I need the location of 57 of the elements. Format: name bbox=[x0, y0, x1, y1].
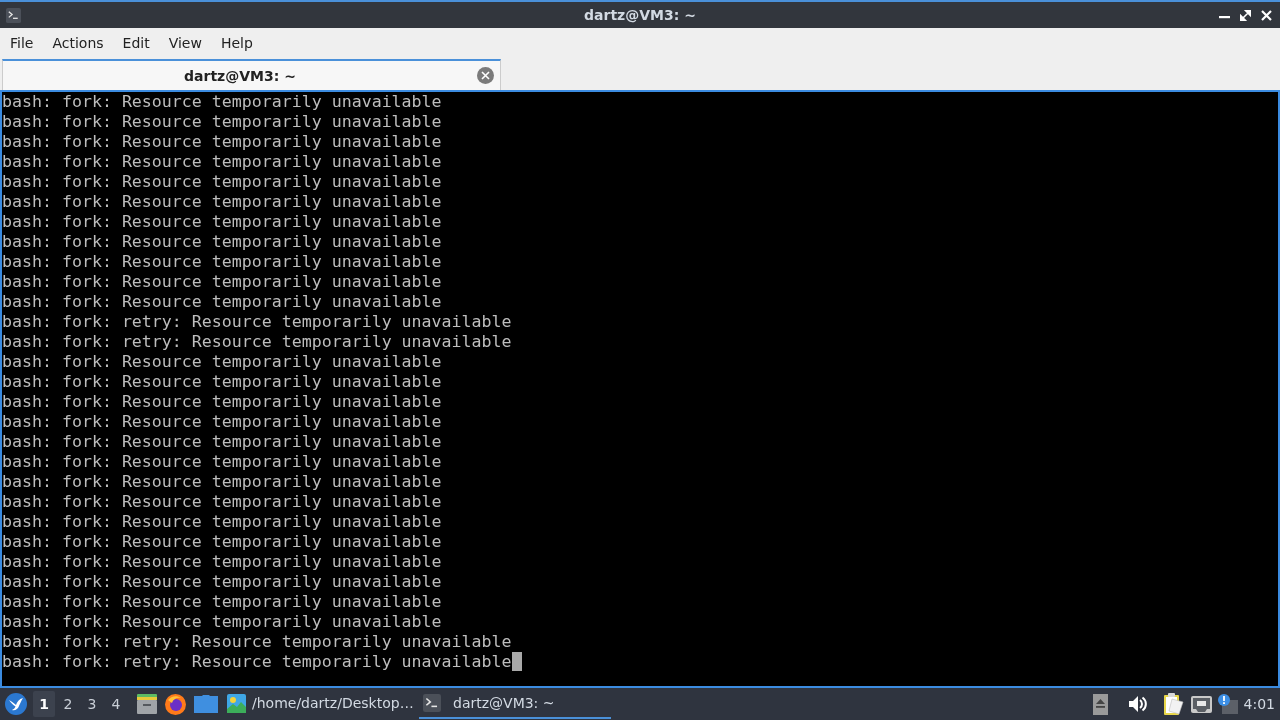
terminal-line: bash: fork: Resource temporarily unavailable bbox=[2, 172, 442, 192]
clipboard-icon[interactable] bbox=[1163, 693, 1184, 715]
terminal-line: bash: fork: Resource temporarily unavailable bbox=[2, 152, 442, 172]
terminal-line: bash: fork: Resource temporarily unavailable bbox=[2, 212, 442, 232]
terminal-line: bash: fork: retry: Resource temporarily unavailable bbox=[2, 312, 512, 332]
workspace-button[interactable]: 3 bbox=[81, 691, 103, 717]
terminal-icon bbox=[6, 7, 21, 23]
terminal-line: bash: fork: Resource temporarily unavailable bbox=[2, 432, 442, 452]
close-icon[interactable] bbox=[1261, 9, 1272, 21]
taskbar-task[interactable]: /home/dartz/Desktop… bbox=[223, 689, 415, 719]
menu-item[interactable]: View bbox=[158, 34, 211, 51]
terminal-line: bash: fork: retry: Resource temporarily unavailable bbox=[2, 632, 512, 652]
notification-icon[interactable] bbox=[1217, 694, 1238, 714]
globe-icon[interactable] bbox=[165, 693, 186, 715]
terminal-line: bash: fork: retry: Resource temporarily unavailable bbox=[2, 652, 512, 672]
terminal-line: bash: fork: Resource temporarily unavailable bbox=[2, 452, 442, 472]
menu-item[interactable]: Actions bbox=[42, 34, 113, 51]
volume-icon[interactable] bbox=[1128, 696, 1147, 712]
terminal-line: bash: fork: Resource temporarily unavailable bbox=[2, 272, 442, 292]
terminal-line: bash: fork: Resource temporarily unavailable bbox=[2, 252, 442, 272]
terminal-line: bash: fork: Resource temporarily unavailable bbox=[2, 392, 442, 412]
picture-icon bbox=[227, 693, 246, 713]
network-icon[interactable] bbox=[1190, 695, 1212, 713]
window-title: dartz@VM3: ~ bbox=[584, 7, 696, 23]
terminal-line: bash: fork: Resource temporarily unavailable bbox=[2, 292, 442, 312]
menu-item[interactable]: Edit bbox=[112, 34, 159, 51]
terminal-line: bash: fork: Resource temporarily unavailable bbox=[2, 472, 442, 492]
menu-item[interactable]: File bbox=[0, 34, 43, 51]
terminal-icon bbox=[423, 694, 441, 712]
terminal-line: bash: fork: Resource temporarily unavailable bbox=[2, 92, 442, 112]
workspace-button[interactable]: 2 bbox=[57, 691, 79, 717]
terminal-line: bash: fork: Resource temporarily unavailable bbox=[2, 512, 442, 532]
terminal-line: bash: fork: Resource temporarily unavailable bbox=[2, 232, 442, 252]
terminal-tab[interactable]: dartz@VM3: ~ bbox=[2, 59, 501, 90]
file-cabinet-icon[interactable] bbox=[137, 694, 157, 714]
clock: 4:01 bbox=[1243, 696, 1275, 712]
terminal-line: bash: fork: Resource temporarily unavailable bbox=[2, 592, 442, 612]
desktop-icon[interactable] bbox=[194, 695, 218, 713]
eject-icon[interactable] bbox=[1092, 693, 1108, 715]
terminal-line: bash: fork: Resource temporarily unavailable bbox=[2, 372, 442, 392]
workspace-button[interactable]: 1 bbox=[33, 691, 55, 717]
terminal-line: bash: fork: Resource temporarily unavailable bbox=[2, 532, 442, 552]
terminal-line: bash: fork: Resource temporarily unavailable bbox=[2, 412, 442, 432]
maximize-icon[interactable] bbox=[1240, 9, 1251, 21]
terminal-line: bash: fork: Resource temporarily unavailable bbox=[2, 612, 442, 632]
terminal-line: bash: fork: Resource temporarily unavailable bbox=[2, 492, 442, 512]
taskbar-task[interactable]: dartz@VM3: ~ bbox=[419, 689, 611, 719]
terminal-line: bash: fork: retry: Resource temporarily unavailable bbox=[2, 332, 512, 352]
bird-icon[interactable] bbox=[5, 693, 27, 715]
terminal-line: bash: fork: Resource temporarily unavailable bbox=[2, 192, 442, 212]
workspace-button[interactable]: 4 bbox=[105, 691, 127, 717]
terminal-line: bash: fork: Resource temporarily unavailable bbox=[2, 552, 442, 572]
terminal-line: bash: fork: Resource temporarily unavailable bbox=[2, 352, 442, 372]
menu-item[interactable]: Help bbox=[210, 34, 262, 51]
terminal-line: bash: fork: Resource temporarily unavailable bbox=[2, 112, 442, 132]
terminal-line: bash: fork: Resource temporarily unavailable bbox=[2, 572, 442, 592]
terminal-line: bash: fork: Resource temporarily unavailable bbox=[2, 132, 442, 152]
